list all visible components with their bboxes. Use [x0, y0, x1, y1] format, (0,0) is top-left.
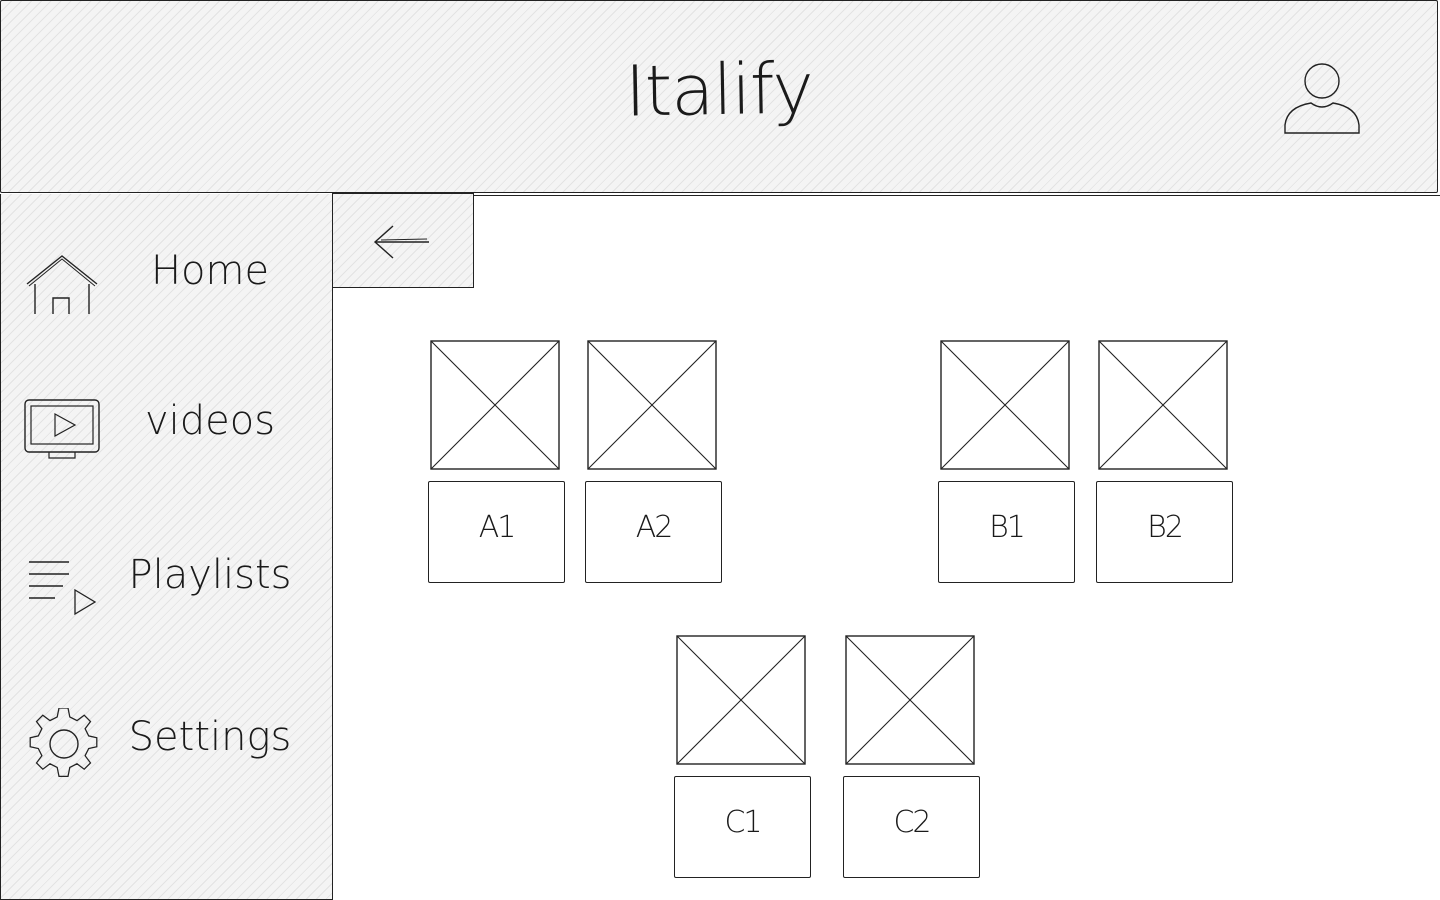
app-title: Italify [624, 47, 814, 133]
sidebar: Home videos Playlists Settings [0, 194, 333, 900]
tile-label: C1 [724, 805, 762, 840]
tile-label-box: A1 [428, 481, 565, 583]
content-tile-c2[interactable]: C2 [843, 635, 983, 880]
sidebar-item-playlists[interactable]: Playlists [1, 538, 334, 628]
back-button[interactable] [332, 193, 474, 288]
image-placeholder-icon [845, 635, 975, 765]
tile-label: B2 [1147, 510, 1184, 545]
sidebar-item-settings[interactable]: Settings [1, 700, 334, 790]
app-window: Italify Home videos Playlists Settings A… [0, 0, 1440, 900]
sidebar-item-home[interactable]: Home [1, 234, 334, 324]
gear-icon [23, 707, 103, 778]
tile-label-box: A2 [585, 481, 722, 583]
tile-label: C2 [893, 805, 931, 840]
tile-label-box: B1 [938, 481, 1075, 583]
sidebar-item-label: videos [144, 398, 276, 444]
image-placeholder-icon [430, 340, 560, 470]
tile-label: B1 [989, 510, 1026, 545]
sidebar-item-label: Home [150, 248, 270, 294]
sidebar-item-label: Playlists [128, 552, 292, 598]
app-header: Italify [0, 0, 1438, 193]
tile-label: A1 [478, 510, 517, 545]
playlist-icon [23, 552, 103, 622]
image-placeholder-icon [676, 635, 806, 765]
image-placeholder-icon [940, 340, 1070, 470]
arrow-left-icon [373, 225, 429, 259]
video-player-icon [23, 394, 103, 464]
tile-label-box: B2 [1096, 481, 1233, 583]
tile-label-box: C2 [843, 776, 980, 878]
user-avatar-icon[interactable] [1281, 59, 1363, 141]
content-tile-b1[interactable]: B1 [938, 340, 1078, 585]
tile-label-box: C1 [674, 776, 811, 878]
content-tile-c1[interactable]: C1 [674, 635, 814, 880]
sidebar-item-label: Settings [128, 714, 292, 760]
content-tile-b2[interactable]: B2 [1096, 340, 1236, 585]
content-tile-a2[interactable]: A2 [585, 340, 725, 585]
tile-label: A2 [635, 510, 674, 545]
home-icon [23, 244, 103, 317]
image-placeholder-icon [587, 340, 717, 470]
content-tile-a1[interactable]: A1 [428, 340, 568, 585]
sidebar-item-videos[interactable]: videos [1, 384, 334, 474]
content-divider [474, 195, 1440, 196]
image-placeholder-icon [1098, 340, 1228, 470]
